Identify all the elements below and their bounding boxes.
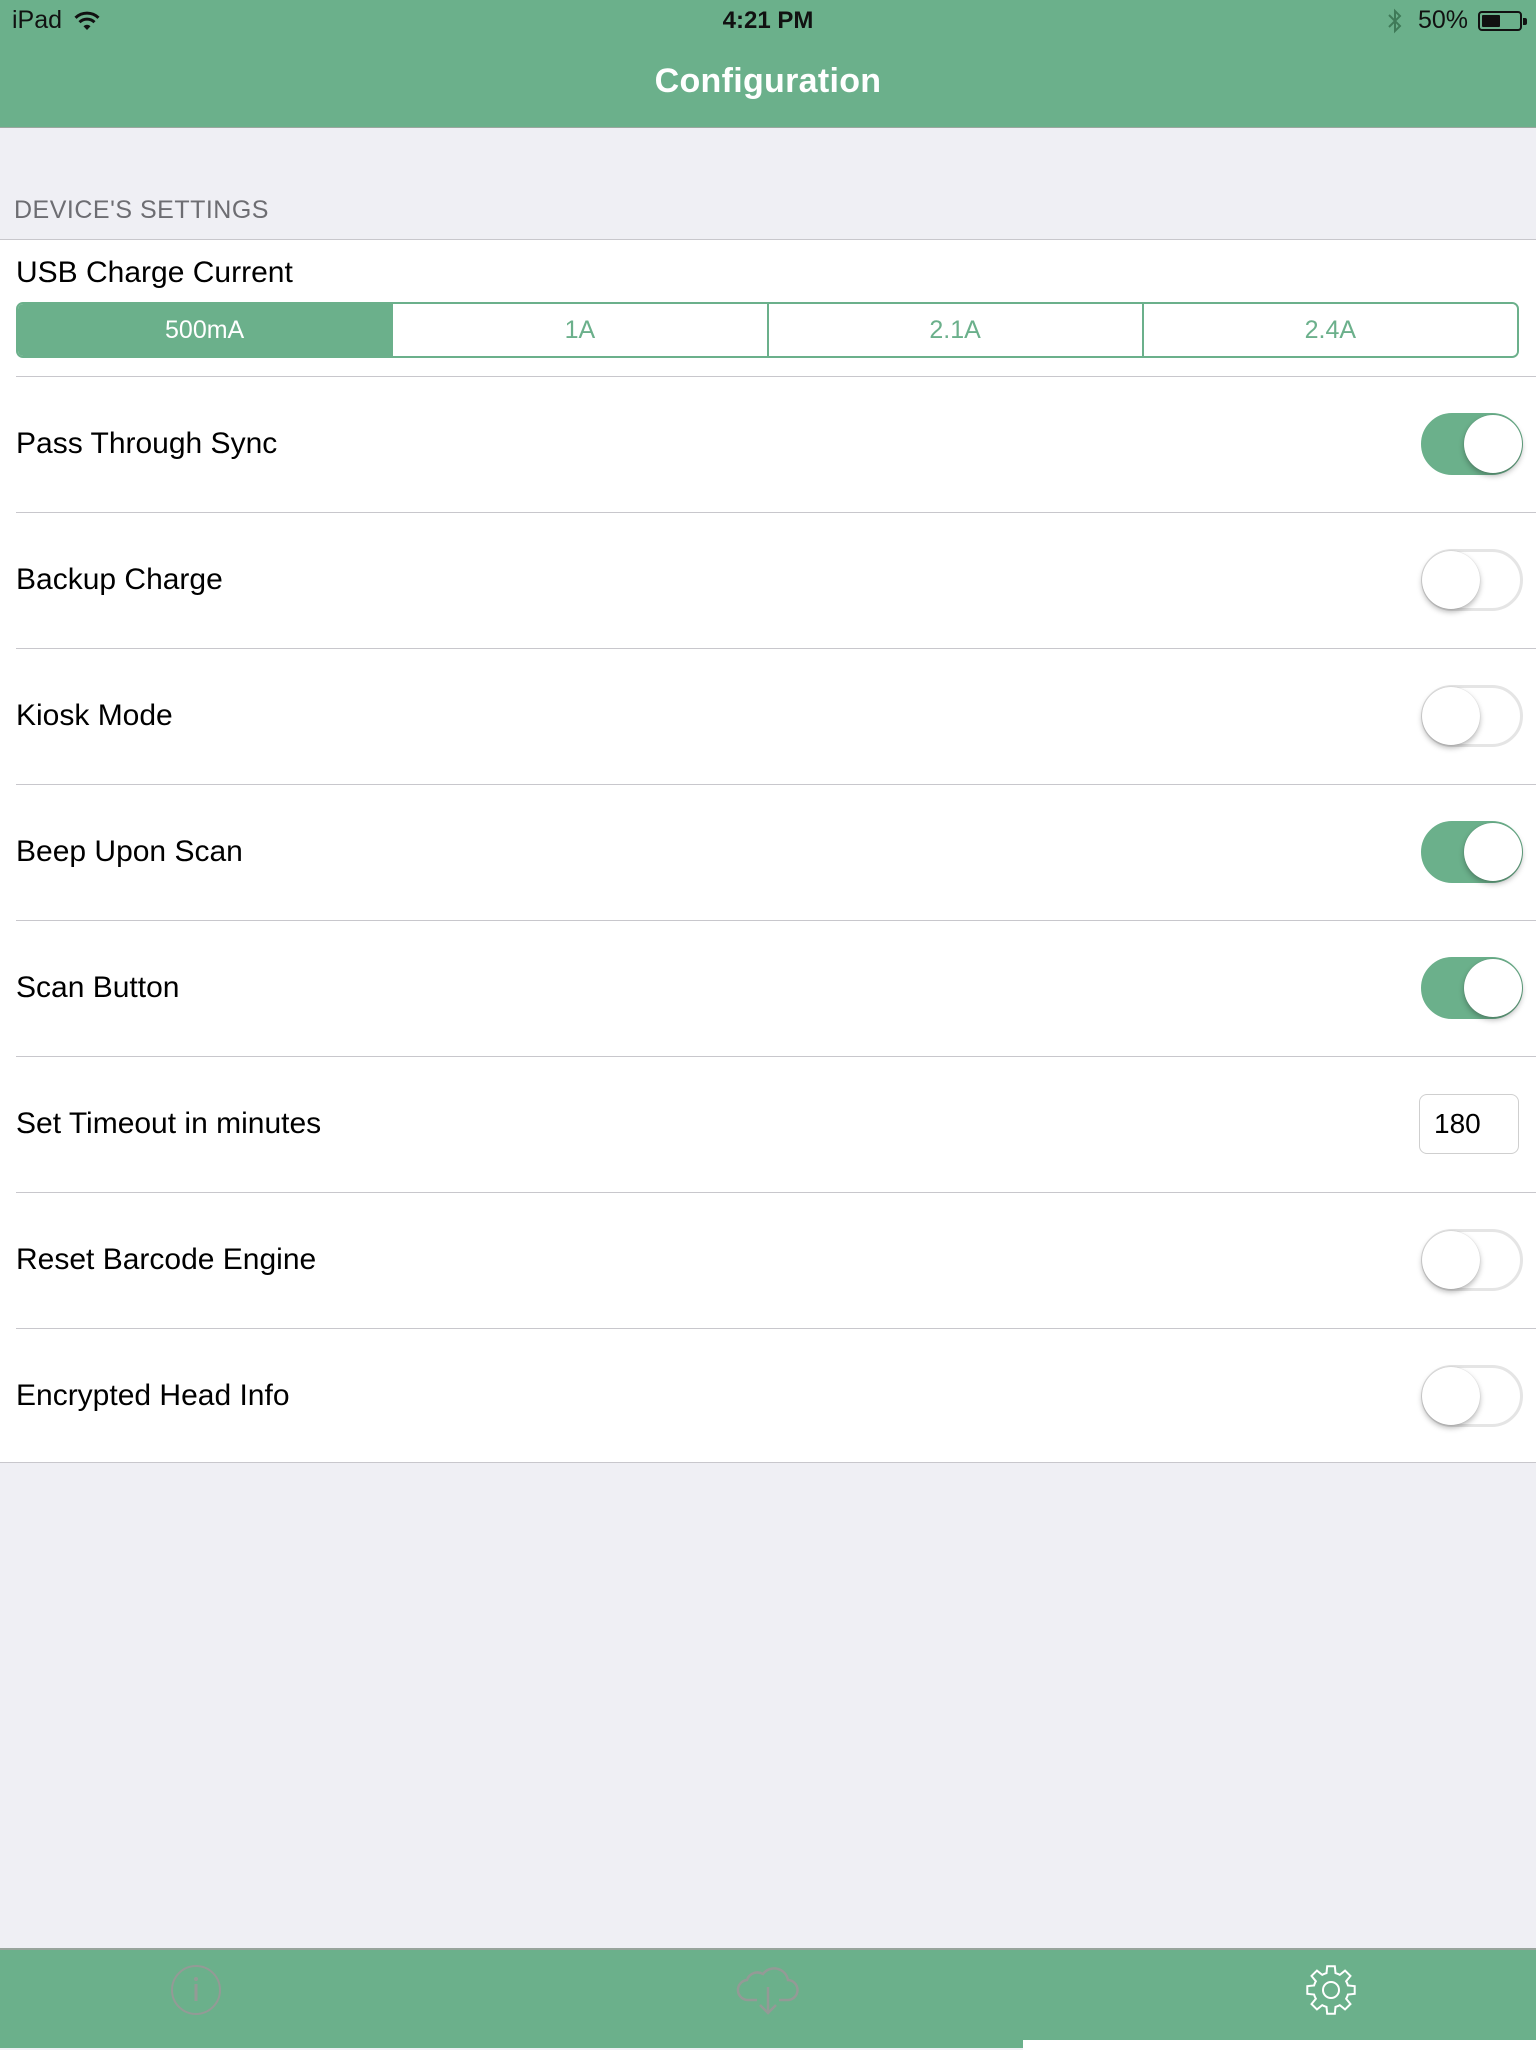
scan-button-toggle[interactable]	[1421, 957, 1523, 1019]
row-separator	[16, 376, 1536, 377]
row-separator	[16, 512, 1536, 513]
setting-label: Reset Barcode Engine	[16, 1243, 317, 1276]
toggle-knob	[1464, 823, 1522, 881]
setting-label: Encrypted Head Info	[16, 1379, 290, 1412]
toggle-knob	[1422, 551, 1480, 609]
status-right: 50%	[1386, 6, 1527, 35]
setting-label: Pass Through Sync	[16, 427, 278, 460]
pass-through-sync-toggle[interactable]	[1421, 413, 1523, 475]
battery-percent: 50%	[1417, 6, 1468, 34]
gear-icon	[1306, 1965, 1356, 2015]
tab-bar	[0, 1948, 1536, 2050]
timeout-minutes-input[interactable]	[1419, 1094, 1519, 1154]
navigation-header: iPad 4:21 PM 50% Configuration	[0, 0, 1536, 128]
page-title: Configuration	[654, 62, 882, 100]
row-separator	[16, 648, 1536, 649]
info-icon	[171, 1965, 221, 2015]
toggle-knob	[1422, 1367, 1480, 1425]
toggle-knob	[1422, 687, 1480, 745]
setting-label: Set Timeout in minutes	[16, 1107, 322, 1140]
setting-row-pass-through-sync: Pass Through Sync	[0, 376, 1536, 512]
segment-1a[interactable]: 1A	[391, 304, 767, 356]
gear-outline	[1306, 1965, 1356, 2015]
row-separator	[16, 1056, 1536, 1057]
setting-row-encrypted-head-info: Encrypted Head Info	[0, 1328, 1536, 1464]
tab-settings[interactable]	[1075, 1950, 1536, 2048]
usb-charge-segmented-control: 500mA 1A 2.1A 2.4A	[16, 302, 1519, 358]
reset-barcode-engine-toggle[interactable]	[1421, 1229, 1523, 1291]
row-separator	[16, 1192, 1536, 1193]
battery-icon	[1478, 10, 1527, 31]
battery-fill	[1482, 14, 1500, 27]
setting-label: Beep Upon Scan	[16, 835, 243, 868]
selected-tab-indicator	[1023, 2040, 1536, 2050]
beep-upon-scan-toggle[interactable]	[1421, 821, 1523, 883]
cloud-download-icon	[736, 1967, 799, 2015]
toggle-knob	[1464, 415, 1522, 473]
setting-row-reset-barcode-engine: Reset Barcode Engine	[0, 1192, 1536, 1328]
status-time: 4:21 PM	[722, 7, 814, 34]
setting-label: Scan Button	[16, 971, 180, 1004]
segment-500ma[interactable]: 500mA	[18, 304, 392, 356]
segment-2-1a[interactable]: 2.1A	[766, 304, 1142, 356]
usb-charge-label: USB Charge Current	[16, 256, 293, 289]
kiosk-mode-toggle[interactable]	[1421, 685, 1523, 747]
backup-charge-toggle[interactable]	[1421, 549, 1523, 611]
setting-row-scan-button: Scan Button	[0, 920, 1536, 1056]
setting-row-timeout: Set Timeout in minutes	[0, 1056, 1536, 1192]
encrypted-head-info-toggle[interactable]	[1421, 1365, 1523, 1427]
row-separator	[16, 920, 1536, 921]
battery-nub	[1523, 17, 1527, 25]
row-separator	[16, 784, 1536, 785]
row-separator	[16, 1328, 1536, 1329]
setting-row-beep-upon-scan: Beep Upon Scan	[0, 784, 1536, 920]
segment-2-4a[interactable]: 2.4A	[1141, 304, 1517, 356]
toggle-knob	[1422, 1231, 1480, 1289]
setting-label: Backup Charge	[16, 563, 223, 596]
toggle-knob	[1464, 959, 1522, 1017]
status-bar: iPad 4:21 PM 50%	[0, 0, 1536, 40]
section-header: DEVICE'S SETTINGS	[14, 196, 269, 224]
settings-group: USB Charge Current 500mA 1A 2.1A 2.4A Pa…	[0, 239, 1536, 1463]
usb-charge-row: USB Charge Current 500mA 1A 2.1A 2.4A	[0, 240, 1536, 376]
tab-info[interactable]	[0, 1950, 452, 2048]
setting-row-kiosk-mode: Kiosk Mode	[0, 648, 1536, 784]
setting-label: Kiosk Mode	[16, 699, 173, 732]
bluetooth-icon	[1388, 8, 1402, 33]
tab-cloud-download[interactable]	[512, 1950, 1024, 2048]
setting-row-backup-charge: Backup Charge	[0, 512, 1536, 648]
